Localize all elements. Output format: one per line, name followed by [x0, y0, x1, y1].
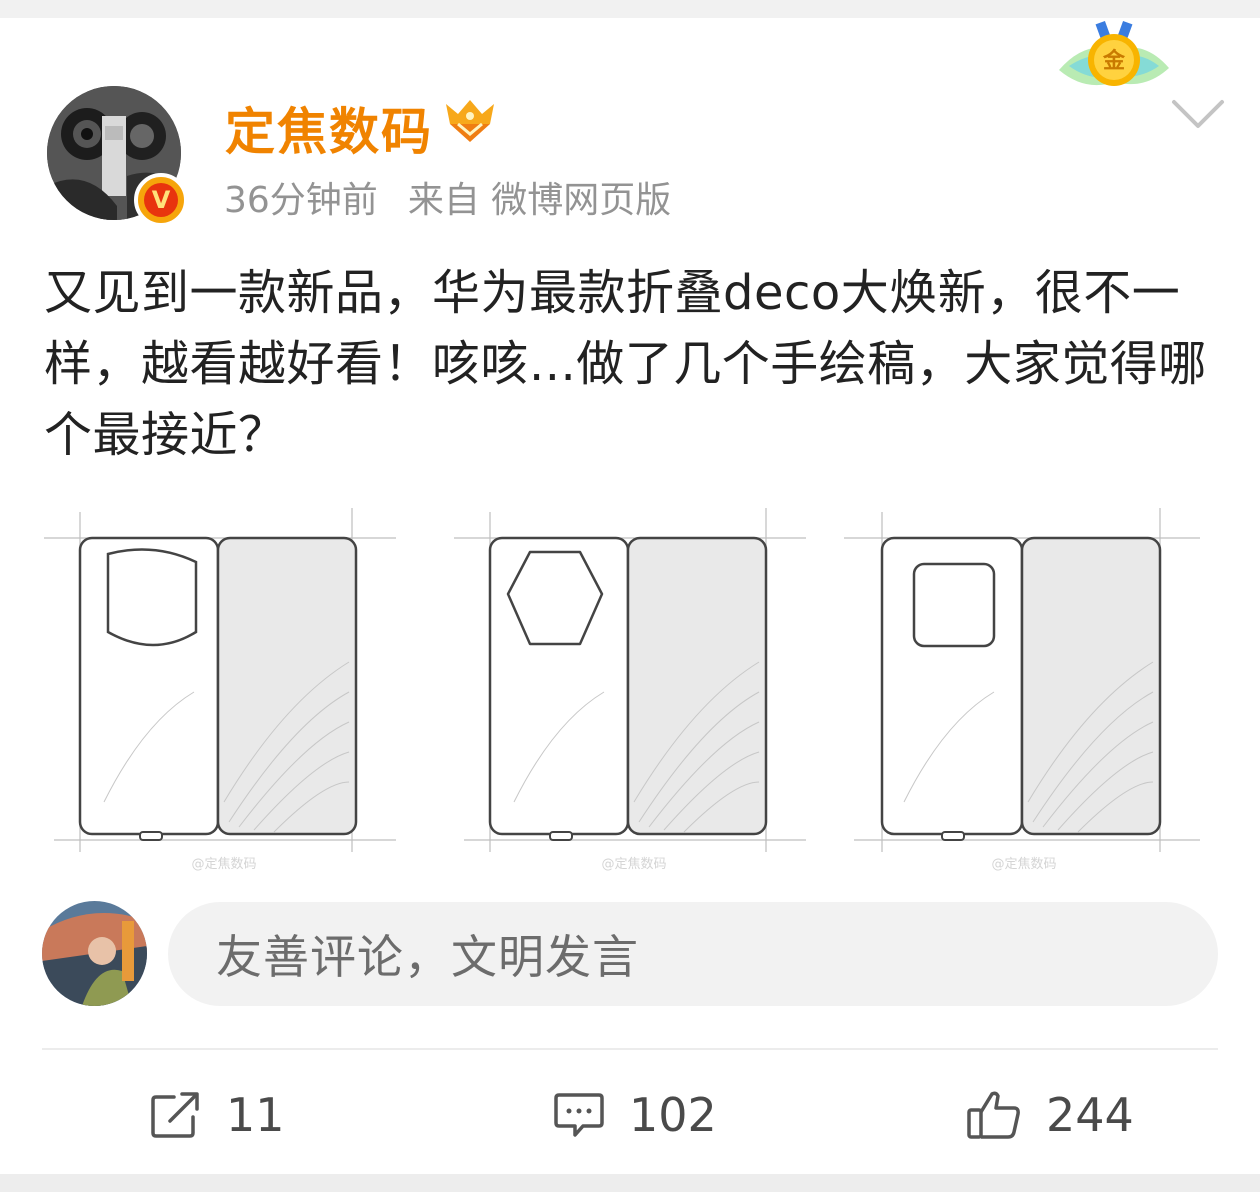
image-watermark: @定焦数码 [991, 857, 1056, 872]
like-count: 244 [1046, 1088, 1134, 1142]
image-watermark: @定焦数码 [191, 857, 256, 872]
post-time[interactable]: 36分钟前 [224, 180, 378, 221]
repost-icon [151, 1092, 199, 1138]
post-text: 又见到一款新品，华为最款折叠deco大焕新，很不一样，越看越好看！咳咳...做了… [44, 265, 1207, 463]
comment-icon [554, 1093, 604, 1137]
comment-count: 102 [629, 1088, 717, 1142]
vip-crown-icon[interactable] [444, 98, 496, 148]
like-button[interactable]: 244 [966, 1080, 1134, 1150]
divider [42, 1048, 1218, 1050]
post-source: 来自 微博网页版 [407, 180, 672, 221]
repost-button[interactable]: 11 [150, 1080, 285, 1150]
post-image-2[interactable]: @定焦数码 [454, 502, 814, 886]
chevron-down-icon[interactable] [1170, 96, 1226, 136]
post-image-1[interactable]: @定焦数码 [44, 502, 404, 886]
verified-badge-label: V [144, 183, 178, 217]
author-name[interactable]: 定焦数码 [225, 92, 433, 164]
weibo-post-card: V 定焦数码 36分钟前 来自 微博网页版 金 又见到一款新品，华为最款折叠de… [0, 18, 1260, 1174]
image-watermark: @定焦数码 [601, 857, 666, 872]
verified-badge: V [134, 173, 188, 227]
comment-input[interactable]: 友善评论，文明发言 [168, 902, 1218, 1006]
post-image-row: @定焦数码 @定焦数码 @定焦数码 [44, 502, 1216, 882]
repost-count: 11 [226, 1088, 285, 1142]
comment-button[interactable]: 102 [553, 1080, 717, 1150]
current-user-avatar[interactable] [42, 901, 147, 1006]
thumbs-up-icon [967, 1091, 1020, 1139]
medal-icon[interactable]: 金 [1055, 20, 1173, 104]
bottom-separator [0, 1174, 1260, 1192]
post-meta: 36分钟前 来自 微博网页版 [224, 171, 671, 223]
post-image-3[interactable]: @定焦数码 [844, 502, 1204, 886]
comment-placeholder: 友善评论，文明发言 [216, 930, 639, 984]
medal-label: 金 [1102, 48, 1126, 74]
